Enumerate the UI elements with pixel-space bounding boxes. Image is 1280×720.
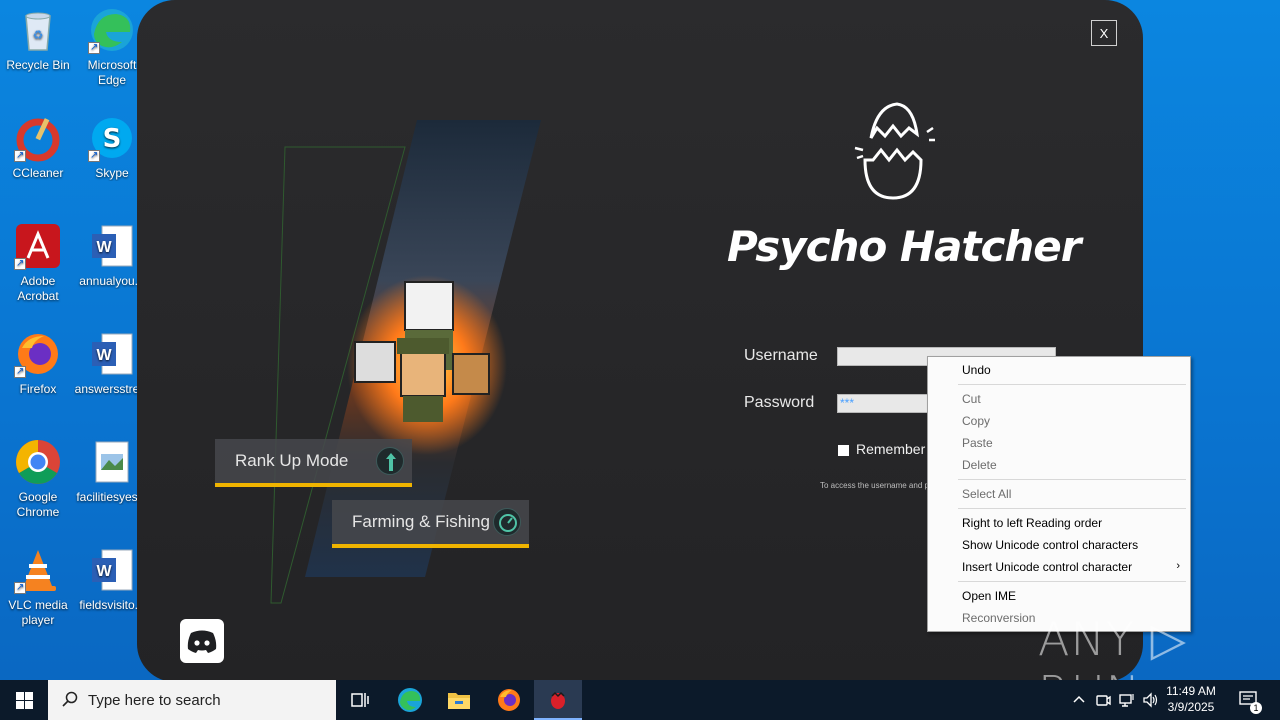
volume-icon[interactable] — [1142, 691, 1160, 709]
menu-item-insert-unicode[interactable]: Insert Unicode control character — [962, 557, 1132, 577]
clock-time: 11:49 AM — [1166, 684, 1216, 698]
menu-item-cut[interactable]: Cut — [962, 389, 981, 409]
chrome-icon — [14, 438, 62, 486]
desktop-icon-vlc[interactable]: VLC media player — [0, 546, 76, 628]
desktop-icon-label: Recycle Bin — [6, 58, 70, 72]
menu-item-select-all[interactable]: Select All — [962, 484, 1011, 504]
shortcut-arrow-icon — [14, 364, 26, 379]
desktop-icon-label: Adobe — [20, 274, 56, 288]
submenu-arrow-icon: › — [1176, 560, 1180, 572]
close-button[interactable]: X — [1091, 20, 1117, 46]
desktop-icon-acrobat[interactable]: Adobe Acrobat — [0, 222, 76, 304]
svg-text:W: W — [96, 347, 112, 364]
rank-up-mode-label: Rank Up Mode — [235, 451, 349, 470]
edge-icon — [88, 6, 136, 55]
task-view-icon — [351, 693, 369, 707]
rank-up-arrows-icon — [376, 447, 404, 475]
recycle-bin-icon: ♻ — [14, 6, 62, 54]
egg-logo-icon — [854, 102, 935, 200]
desktop-icon-label: player — [21, 613, 55, 627]
menu-separator — [958, 581, 1186, 582]
network-icon[interactable] — [1118, 691, 1136, 709]
login-hint-text: To access the username and pa — [820, 481, 934, 490]
desktop-icon-label: Firefox — [19, 382, 57, 396]
word-doc-icon: W — [88, 546, 136, 594]
menu-item-undo[interactable]: Undo — [962, 360, 991, 380]
context-menu: Undo Cut Copy Paste Delete Select All Ri… — [927, 356, 1191, 632]
shortcut-arrow-icon — [88, 148, 100, 163]
menu-item-open-ime[interactable]: Open IME — [962, 586, 1016, 606]
search-placeholder: Type here to search — [88, 691, 221, 709]
farming-gauge-icon — [493, 508, 521, 536]
shortcut-arrow-icon — [14, 148, 26, 163]
vlc-icon — [14, 546, 62, 595]
farming-fishing-label: Farming & Fishing — [352, 512, 490, 531]
desktop-icon-label: Chrome — [16, 505, 60, 519]
artwork-panel — [270, 120, 541, 604]
remember-label: Remember — [856, 441, 926, 457]
word-doc-icon: W — [88, 222, 136, 270]
shortcut-arrow-icon — [88, 40, 100, 55]
app-title: Psycho Hatcher — [727, 222, 1082, 271]
clock-date: 3/9/2025 — [1167, 700, 1215, 714]
taskbar-clock[interactable]: 11:49 AM 3/9/2025 — [1160, 683, 1222, 715]
word-doc-icon: W — [88, 330, 136, 378]
svg-text:W: W — [96, 239, 112, 256]
menu-separator — [958, 508, 1186, 509]
farming-fishing-button[interactable]: Farming & Fishing — [332, 500, 529, 548]
username-label: Username — [744, 347, 818, 364]
start-button[interactable] — [0, 680, 48, 720]
menu-separator — [958, 384, 1186, 385]
desktop-icon-firefox[interactable]: Firefox — [0, 330, 76, 397]
ccleaner-icon — [14, 114, 62, 163]
skype-icon: S — [88, 114, 136, 163]
notification-center-button[interactable]: 1 — [1238, 689, 1262, 714]
svg-text:W: W — [96, 563, 112, 580]
discord-button[interactable] — [180, 619, 224, 663]
show-hidden-icons-chevron-icon[interactable] — [1070, 691, 1088, 709]
password-label: Password — [744, 394, 815, 411]
svg-text:S: S — [103, 124, 122, 154]
taskbar: Type here to search 11:49 AM 3/9/2025 1 — [0, 680, 1280, 720]
notification-count-badge: 1 — [1250, 702, 1262, 714]
taskbar-firefox-button[interactable] — [485, 680, 533, 720]
menu-item-reconversion[interactable]: Reconversion — [962, 608, 1035, 628]
meet-now-icon[interactable] — [1094, 691, 1112, 709]
desktop-icon-ccleaner[interactable]: CCleaner — [0, 114, 76, 181]
remember-checkbox[interactable] — [838, 445, 849, 456]
rank-up-mode-button[interactable]: Rank Up Mode — [215, 439, 412, 487]
menu-item-paste[interactable]: Paste — [962, 433, 993, 453]
desktop-icon-label: Google — [18, 490, 58, 504]
shortcut-arrow-icon — [14, 256, 26, 271]
menu-item-rtl-reading[interactable]: Right to left Reading order — [962, 513, 1102, 533]
discord-icon — [187, 630, 217, 653]
taskbar-psycho-hatcher-button[interactable] — [534, 680, 582, 720]
menu-separator — [958, 479, 1186, 480]
menu-item-show-unicode[interactable]: Show Unicode control characters — [962, 535, 1138, 555]
desktop-icon-label: CCleaner — [12, 166, 64, 180]
acrobat-icon — [14, 222, 62, 271]
task-view-button[interactable] — [336, 680, 384, 720]
edge-icon — [398, 688, 422, 712]
menu-item-copy[interactable]: Copy — [962, 411, 990, 431]
desktop-icon-chrome[interactable]: Google Chrome — [0, 438, 76, 520]
desktop-icon-label: Acrobat — [17, 289, 59, 303]
file-explorer-icon — [448, 693, 470, 709]
svg-text:♻: ♻ — [33, 28, 44, 42]
menu-item-delete[interactable]: Delete — [962, 455, 997, 475]
windows-logo-icon — [15, 691, 33, 709]
firefox-icon — [498, 689, 520, 711]
psycho-hatcher-icon — [551, 691, 565, 709]
taskbar-edge-button[interactable] — [386, 680, 434, 720]
taskbar-search-box[interactable]: Type here to search — [48, 680, 336, 720]
desktop-icon-label: VLC media — [8, 598, 68, 612]
desktop-icon-recycle-bin[interactable]: ♻ Recycle Bin — [0, 6, 76, 73]
character-figure — [404, 281, 454, 331]
firefox-icon — [14, 330, 62, 379]
image-file-icon — [88, 438, 136, 486]
shortcut-arrow-icon — [14, 580, 26, 595]
taskbar-file-explorer-button[interactable] — [435, 680, 483, 720]
search-icon — [62, 691, 78, 707]
